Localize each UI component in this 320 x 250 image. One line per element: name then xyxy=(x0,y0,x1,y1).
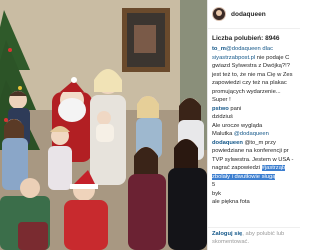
comments-list: to_m@dodaqueen dlac siyastrzabpost.pl nie… xyxy=(208,46,300,207)
comment-text: nie podaje C xyxy=(255,54,290,61)
comment: gwiazd Sylwestra z Dwójką?!? xyxy=(212,63,296,71)
comment-text: 5 xyxy=(212,182,216,188)
comment-text: powiedziane na konferencji pr xyxy=(212,148,289,154)
comment: nagrać zapowiedzi #jastrząb xyxy=(212,165,296,173)
comment: byk xyxy=(212,191,296,199)
comment-link[interactable]: @dodaqueen dlac xyxy=(226,46,273,52)
comment: Super ! xyxy=(212,97,296,105)
comment: pstwo pani xyxy=(212,106,296,114)
comment-username[interactable]: to_m xyxy=(212,46,226,52)
comment: dzidziuś xyxy=(212,114,296,122)
comment: 5 xyxy=(212,182,296,190)
comment: Malutka @dodaqueen xyxy=(212,131,296,139)
post-header: dodaqueen xyxy=(208,0,300,29)
comment-text: promujących wydarzenie... xyxy=(212,88,281,95)
post-username[interactable]: dodaqueen xyxy=(231,11,266,18)
comment: zbolały i dwutłowie sługą xyxy=(212,173,296,182)
comment: to_m@dodaqueen dlac xyxy=(212,46,296,54)
comment-username[interactable]: pstwo xyxy=(212,106,229,112)
comment: powiedziane na konferencji pr xyxy=(212,148,296,156)
post-photo[interactable] xyxy=(0,0,207,250)
comment-link[interactable]: siyastrzabpost.pl xyxy=(212,55,255,61)
comment-text: Malutka xyxy=(212,131,234,137)
comment: Ale urocze wygląda xyxy=(212,123,296,131)
comment-selected-text: zbolały i dwutłowie sługą xyxy=(212,173,276,180)
likes-count[interactable]: Liczba polubień: 8946 xyxy=(208,29,300,46)
avatar[interactable] xyxy=(212,7,226,21)
comment: dodaqueen @to_m przy xyxy=(212,140,296,148)
comment-text: gwiazd Sylwestra z Dwójką?!? xyxy=(212,63,290,69)
comment-text: byk xyxy=(212,190,222,197)
comment-text: nagrać zapowiedzi xyxy=(212,165,262,171)
comment-text: Super ! xyxy=(212,97,231,103)
comment: ale piękna fota xyxy=(212,199,296,207)
comment: promujących wydarzenie... xyxy=(212,89,296,97)
comment-link[interactable]: @dodaqueen xyxy=(234,131,269,137)
group-photo-illustration xyxy=(0,0,207,250)
comment-text: pani xyxy=(228,105,242,112)
comment: jest też to, że nie ma Cię w Zes xyxy=(212,72,296,80)
post-side-panel: dodaqueen Liczba polubień: 8946 to_m@dod… xyxy=(207,0,300,250)
comment-text: TVP sylwestra. Jestem w USA - xyxy=(212,156,294,163)
comment-text: zapowiedzi czy też na plakac xyxy=(212,80,287,86)
comment-text: ale piękna fota xyxy=(212,199,250,205)
comment: zapowiedzi czy też na plakac xyxy=(212,80,296,88)
comment-text: jest też to, że nie ma Cię w Zes xyxy=(212,71,293,78)
comment-selected-text: #jastrząb xyxy=(261,165,286,171)
comment-text: dzidziuś xyxy=(212,114,233,120)
comment-text: Ale urocze wygląda xyxy=(212,122,263,129)
comment: TVP sylwestra. Jestem w USA - xyxy=(212,157,296,165)
login-prompt: Zaloguj się, aby polubić lub skomentować… xyxy=(208,227,300,250)
login-link[interactable]: Zaloguj się xyxy=(212,231,242,237)
comment-username[interactable]: dodaqueen xyxy=(212,140,243,146)
comment: siyastrzabpost.pl nie podaje C xyxy=(212,55,296,63)
comment-text: @to_m przy xyxy=(242,139,276,146)
